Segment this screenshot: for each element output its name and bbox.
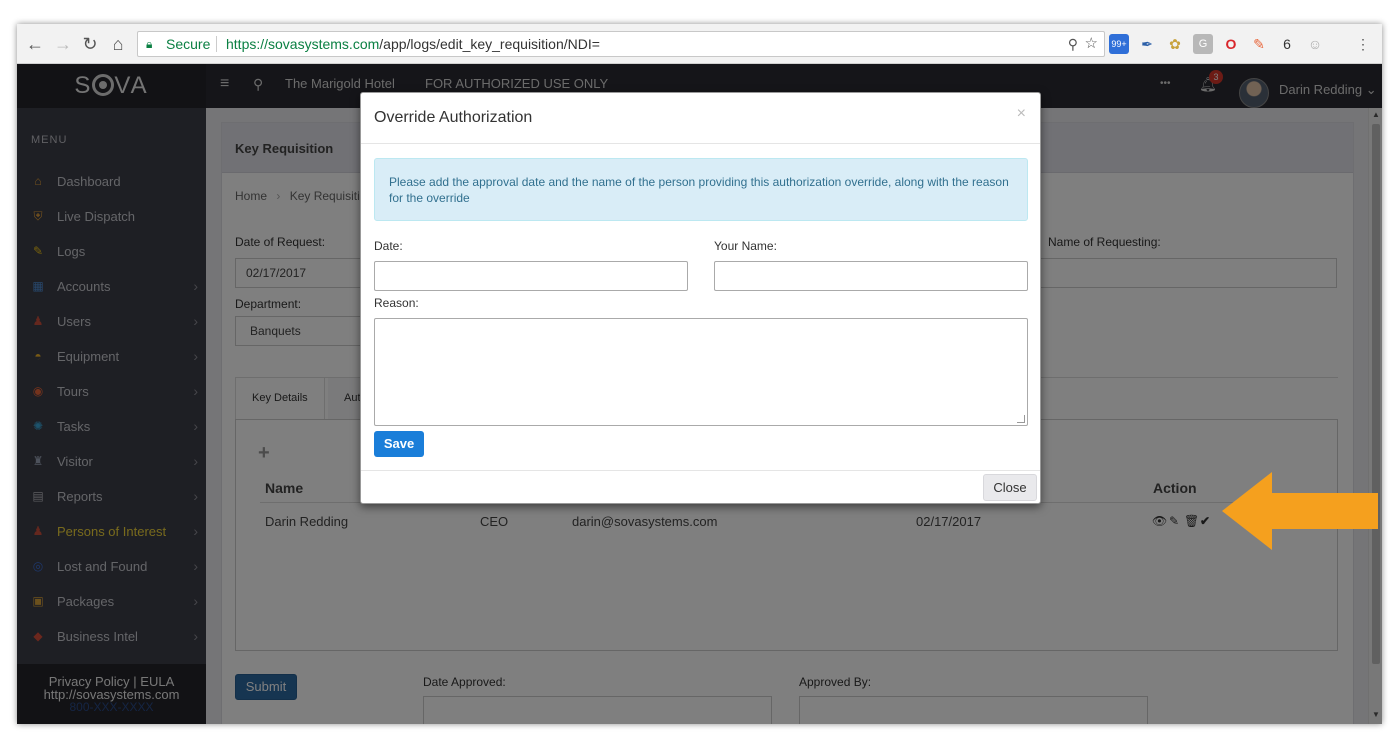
date-label: Date: (374, 239, 403, 253)
annotation-arrow-icon (1222, 472, 1378, 550)
info-alert: Please add the approval date and the nam… (374, 158, 1028, 221)
lock-icon: 🔒︎ (146, 37, 153, 51)
reason-label: Reason: (374, 296, 419, 310)
reason-textarea[interactable] (374, 318, 1028, 426)
save-button[interactable]: Save (374, 431, 424, 457)
extension-pencil-icon[interactable]: ✎ (1249, 34, 1269, 54)
opera-icon[interactable]: O (1221, 34, 1241, 54)
extension-gear-icon[interactable]: ✿ (1165, 34, 1185, 54)
url-path: /app/logs/edit_key_requisition/NDI= (379, 36, 600, 52)
home-icon[interactable]: ⌂ (108, 34, 128, 54)
modal-footer-divider (361, 470, 1040, 471)
address-bar[interactable]: 🔒︎ Secure https://sovasystems.com/app/lo… (137, 31, 1105, 57)
bookmark-star-icon[interactable]: ☆ (1085, 32, 1098, 56)
close-icon[interactable]: × (1017, 105, 1026, 123)
zoom-icon[interactable]: ⚲ (1068, 32, 1078, 56)
modal-header: Override Authorization × (361, 93, 1040, 144)
modal-title: Override Authorization (374, 109, 533, 126)
override-authorization-modal: Override Authorization × Please add the … (360, 92, 1041, 504)
forward-arrow-icon[interactable]: → (53, 34, 73, 54)
resize-handle-icon[interactable] (1017, 415, 1025, 423)
url-text: https://sovasystems.com/app/logs/edit_ke… (226, 32, 600, 56)
secure-label: Secure (166, 36, 211, 52)
close-button[interactable]: Close (983, 474, 1037, 501)
extension-g-icon[interactable]: G (1193, 34, 1213, 54)
extension-ghost-icon[interactable]: ☺ (1305, 34, 1325, 54)
your-name-field[interactable] (714, 261, 1028, 291)
browser-toolbar: ← → ↻ ⌂ 🔒︎ Secure https://sovasystems.co… (17, 24, 1382, 64)
date-field[interactable] (374, 261, 688, 291)
eyedropper-icon[interactable]: ✒ (1137, 34, 1157, 54)
reload-icon[interactable]: ↻ (80, 34, 100, 54)
extension-badge-icon[interactable]: 99+ (1109, 34, 1129, 54)
extension-swirl-icon[interactable]: 6 (1277, 34, 1297, 54)
url-host: https://sovasystems.com (226, 36, 380, 52)
your-name-label: Your Name: (714, 239, 777, 253)
divider (216, 36, 217, 52)
browser-window: ← → ↻ ⌂ 🔒︎ Secure https://sovasystems.co… (17, 24, 1382, 724)
browser-menu-icon[interactable]: ⋮ (1353, 34, 1373, 54)
back-arrow-icon[interactable]: ← (25, 34, 45, 54)
